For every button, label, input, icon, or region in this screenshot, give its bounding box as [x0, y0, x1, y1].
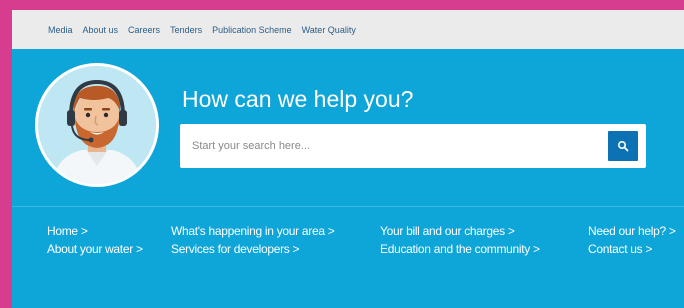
quicklink-whats-happening[interactable]: What's happening in your area > [171, 224, 335, 238]
support-agent-icon [38, 66, 156, 184]
hero-heading: How can we help you? [182, 86, 414, 112]
topnav-link-media[interactable]: Media [48, 25, 73, 35]
page-frame: Media About us Careers Tenders Publicati… [12, 10, 684, 308]
quicklink-home[interactable]: Home > [47, 224, 88, 238]
search-icon [617, 140, 629, 152]
support-agent-avatar [35, 63, 159, 187]
quicklink-need-our-help[interactable]: Need our help? > [588, 224, 676, 238]
quicklink-services-for-developers[interactable]: Services for developers > [171, 242, 300, 256]
top-navigation: Media About us Careers Tenders Publicati… [12, 10, 684, 49]
quicklink-contact-us[interactable]: Contact us > [588, 242, 652, 256]
topnav-link-careers[interactable]: Careers [128, 25, 160, 35]
quicklink-about-your-water[interactable]: About your water > [47, 242, 143, 256]
topnav-link-about-us[interactable]: About us [83, 25, 119, 35]
section-divider [12, 206, 684, 207]
quicklink-education-community[interactable]: Education and the community > [380, 242, 540, 256]
search-button[interactable] [608, 131, 638, 161]
topnav-link-water-quality[interactable]: Water Quality [302, 25, 356, 35]
topnav-link-tenders[interactable]: Tenders [170, 25, 202, 35]
topnav-link-publication-scheme[interactable]: Publication Scheme [212, 25, 292, 35]
search-input[interactable] [180, 124, 600, 168]
search-box [180, 124, 646, 168]
quicklink-your-bill[interactable]: Your bill and our charges > [380, 224, 515, 238]
